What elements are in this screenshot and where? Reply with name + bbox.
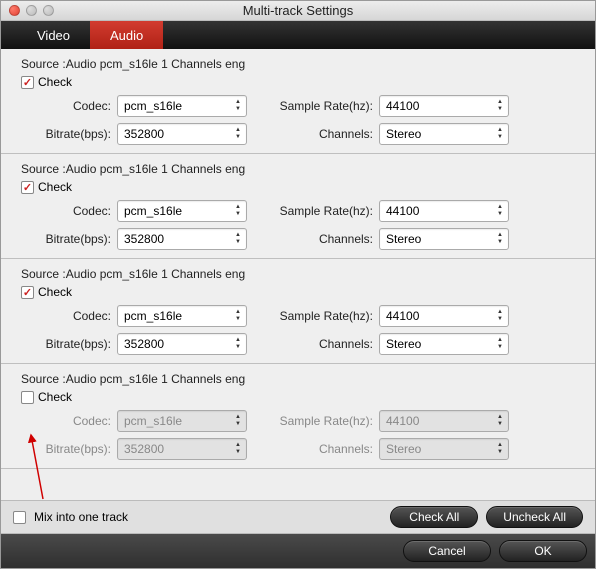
bitrate-input[interactable]	[117, 228, 247, 250]
tab-bar: Video Audio	[1, 21, 595, 49]
samplerate-label: Sample Rate(hz):	[253, 99, 373, 113]
channels-input[interactable]	[379, 228, 509, 250]
mix-label: Mix into one track	[34, 510, 128, 524]
bitrate-select[interactable]: ▲▼	[117, 438, 247, 460]
bitrate-select[interactable]: ▲▼	[117, 228, 247, 250]
samplerate-select[interactable]: ▲▼	[379, 305, 509, 327]
samplerate-select[interactable]: ▲▼	[379, 410, 509, 432]
samplerate-select[interactable]: ▲▼	[379, 95, 509, 117]
bitrate-select[interactable]: ▲▼	[117, 333, 247, 355]
check-label: Check	[38, 180, 72, 194]
codec-select[interactable]: ▲▼	[117, 200, 247, 222]
check-label: Check	[38, 285, 72, 299]
footer-actions: Cancel OK	[1, 534, 595, 568]
bitrate-input[interactable]	[117, 438, 247, 460]
channels-select[interactable]: ▲▼	[379, 438, 509, 460]
channels-label: Channels:	[253, 337, 373, 351]
channels-label: Channels:	[253, 442, 373, 456]
track-checkbox[interactable]	[21, 391, 34, 404]
bitrate-select[interactable]: ▲▼	[117, 123, 247, 145]
track-checkbox[interactable]: ✓	[21, 181, 34, 194]
window-title: Multi-track Settings	[1, 3, 595, 18]
footer-options: Mix into one track Check All Uncheck All	[1, 500, 595, 534]
codec-label: Codec:	[21, 204, 111, 218]
channels-select[interactable]: ▲▼	[379, 228, 509, 250]
codec-label: Codec:	[21, 414, 111, 428]
channels-select[interactable]: ▲▼	[379, 333, 509, 355]
channels-input[interactable]	[379, 123, 509, 145]
source-label: Source :Audio pcm_s16le 1 Channels eng	[21, 160, 575, 180]
cancel-button[interactable]: Cancel	[403, 540, 491, 562]
samplerate-input[interactable]	[379, 305, 509, 327]
audio-track: Source :Audio pcm_s16le 1 Channels eng✓ C…	[1, 259, 595, 364]
samplerate-input[interactable]	[379, 410, 509, 432]
codec-select[interactable]: ▲▼	[117, 305, 247, 327]
check-label: Check	[38, 75, 72, 89]
codec-input[interactable]	[117, 410, 247, 432]
bitrate-label: Bitrate(bps):	[21, 337, 111, 351]
codec-label: Codec:	[21, 309, 111, 323]
audio-track: Source :Audio pcm_s16le 1 Channels engCh…	[1, 364, 595, 469]
codec-select[interactable]: ▲▼	[117, 95, 247, 117]
tracks-panel: Source :Audio pcm_s16le 1 Channels eng✓C…	[1, 49, 595, 500]
mix-checkbox[interactable]	[13, 511, 26, 524]
bitrate-input[interactable]	[117, 333, 247, 355]
bitrate-label: Bitrate(bps):	[21, 442, 111, 456]
samplerate-input[interactable]	[379, 200, 509, 222]
audio-track: Source :Audio pcm_s16le 1 Channels eng✓ C…	[1, 154, 595, 259]
bitrate-label: Bitrate(bps):	[21, 127, 111, 141]
codec-input[interactable]	[117, 95, 247, 117]
track-checkbox[interactable]: ✓	[21, 76, 34, 89]
samplerate-label: Sample Rate(hz):	[253, 204, 373, 218]
minimize-icon[interactable]	[26, 5, 37, 16]
close-icon[interactable]	[9, 5, 20, 16]
titlebar: Multi-track Settings	[1, 1, 595, 21]
codec-input[interactable]	[117, 305, 247, 327]
bitrate-label: Bitrate(bps):	[21, 232, 111, 246]
check-all-button[interactable]: Check All	[390, 506, 478, 528]
window-controls	[9, 5, 54, 16]
codec-select[interactable]: ▲▼	[117, 410, 247, 432]
uncheck-all-button[interactable]: Uncheck All	[486, 506, 583, 528]
source-label: Source :Audio pcm_s16le 1 Channels eng	[21, 370, 575, 390]
source-label: Source :Audio pcm_s16le 1 Channels eng	[21, 55, 575, 75]
track-checkbox[interactable]: ✓	[21, 286, 34, 299]
codec-label: Codec:	[21, 99, 111, 113]
zoom-icon[interactable]	[43, 5, 54, 16]
samplerate-select[interactable]: ▲▼	[379, 200, 509, 222]
source-label: Source :Audio pcm_s16le 1 Channels eng	[21, 265, 575, 285]
samplerate-input[interactable]	[379, 95, 509, 117]
channels-input[interactable]	[379, 333, 509, 355]
bitrate-input[interactable]	[117, 123, 247, 145]
audio-track: Source :Audio pcm_s16le 1 Channels eng✓ C…	[1, 49, 595, 154]
samplerate-label: Sample Rate(hz):	[253, 309, 373, 323]
settings-window: Multi-track Settings Video Audio Source …	[0, 0, 596, 569]
ok-button[interactable]: OK	[499, 540, 587, 562]
channels-label: Channels:	[253, 232, 373, 246]
tab-video[interactable]: Video	[17, 21, 90, 49]
tab-audio[interactable]: Audio	[90, 21, 163, 49]
check-label: Check	[38, 390, 72, 404]
channels-input[interactable]	[379, 438, 509, 460]
codec-input[interactable]	[117, 200, 247, 222]
channels-select[interactable]: ▲▼	[379, 123, 509, 145]
samplerate-label: Sample Rate(hz):	[253, 414, 373, 428]
channels-label: Channels:	[253, 127, 373, 141]
